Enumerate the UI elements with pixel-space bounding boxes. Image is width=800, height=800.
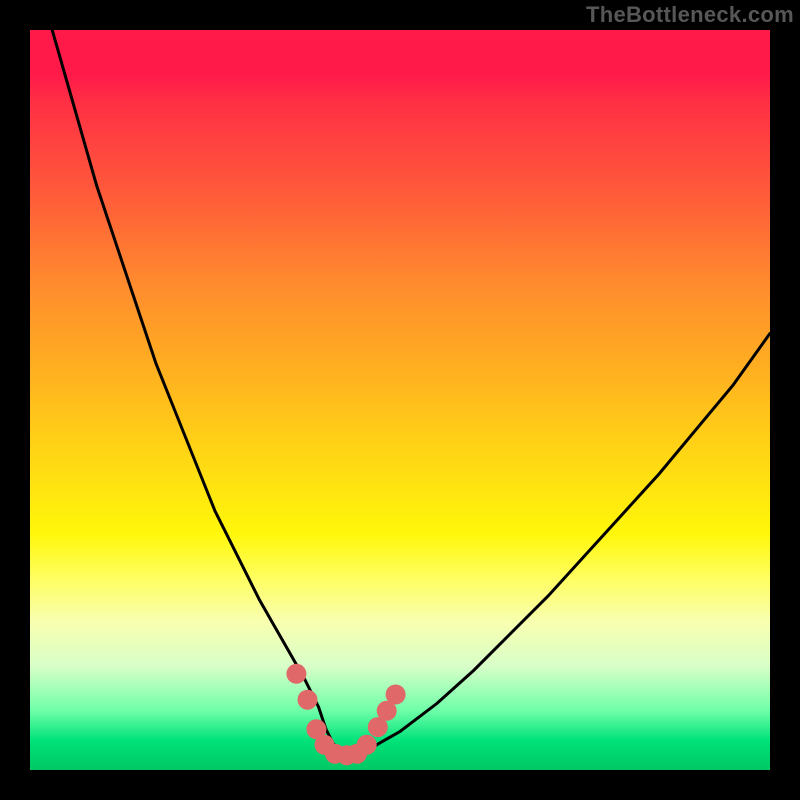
outer-frame: TheBottleneck.com — [0, 0, 800, 800]
bottleneck-curve — [52, 30, 770, 754]
dot-body-6 — [357, 735, 377, 755]
dot-left-1 — [286, 664, 306, 684]
marker-group — [286, 664, 405, 765]
watermark-text: TheBottleneck.com — [586, 2, 794, 28]
chart-svg — [30, 30, 770, 770]
dot-left-2 — [298, 690, 318, 710]
plot-area — [30, 30, 770, 770]
dot-right-3 — [386, 685, 406, 705]
